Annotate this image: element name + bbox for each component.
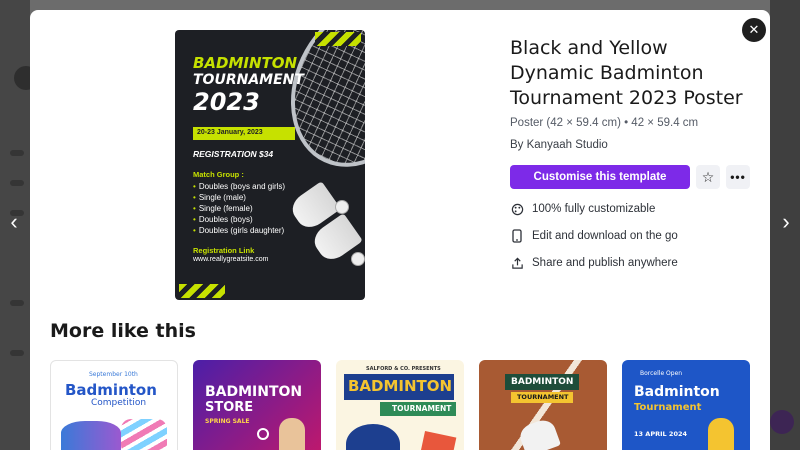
card-subtitle: STORE	[205, 400, 254, 415]
template-author[interactable]: By Kanyaah Studio	[510, 139, 608, 151]
poster-title-line1: BADMINTON	[193, 54, 298, 72]
shuttle-graphic	[257, 428, 269, 440]
more-like-this-heading: More like this	[50, 320, 196, 342]
related-template-card[interactable]: September 10th Badminton Competition	[50, 360, 178, 450]
players-graphic	[61, 421, 121, 450]
card-title: BADMINTON	[511, 377, 574, 387]
poster-stripes	[179, 284, 225, 298]
shuttlecock-head	[351, 252, 365, 266]
customise-template-button[interactable]: Customise this template	[510, 165, 690, 189]
card-subtitle: Tournament	[634, 402, 702, 413]
feature-label: Edit and download on the go	[532, 230, 678, 242]
poster-registration-link: Registration Link	[193, 246, 255, 255]
feature-mobile: Edit and download on the go	[510, 229, 678, 243]
card-subtitle: Competition	[91, 398, 147, 408]
palette-icon	[510, 202, 524, 216]
template-preview-modal: ✕ BADMINTON TOURNAMENT 2023 20-23 Januar…	[30, 10, 770, 450]
shuttle-graphic	[346, 424, 400, 450]
poster-group-item: Single (female)	[193, 203, 285, 214]
player-graphic	[708, 418, 734, 450]
template-preview-image: BADMINTON TOURNAMENT 2023 20-23 January,…	[175, 30, 365, 300]
decor-graphic	[121, 419, 167, 450]
template-title: Black and Yellow Dynamic Badminton Tourn…	[510, 37, 743, 109]
card-title: Badminton	[634, 384, 720, 400]
close-icon[interactable]: ✕	[742, 18, 766, 42]
poster-website: www.reallygreatsite.com	[193, 256, 269, 263]
card-title: Badminton	[65, 381, 157, 399]
card-subtitle: TOURNAMENT	[517, 393, 569, 401]
shuttlecock-head	[335, 200, 349, 214]
poster-group-list: Doubles (boys and girls) Single (male) S…	[193, 181, 285, 236]
card-tag: SPRING SALE	[205, 418, 250, 425]
poster-match-group: Match Group :	[193, 170, 244, 179]
poster-registration: REGISTRATION $34	[193, 149, 274, 159]
feature-label: 100% fully customizable	[532, 203, 656, 215]
card-presenter: SALFORD & CO. PRESENTS	[366, 366, 441, 372]
card-date: 13 APRIL 2024	[634, 430, 688, 438]
poster-year: 2023	[193, 88, 260, 116]
card-subtitle: TOURNAMENT	[392, 404, 452, 413]
template-size: Poster (42 × 59.4 cm) • 42 × 59.4 cm	[510, 117, 699, 129]
poster-group-item: Doubles (boys and girls)	[193, 181, 285, 192]
poster-group-item: Doubles (girls daughter)	[193, 225, 285, 236]
poster-group-item: Single (male)	[193, 192, 285, 203]
related-template-card[interactable]: BADMINTON TOURNAMENT	[479, 360, 607, 450]
feature-customizable: 100% fully customizable	[510, 202, 655, 216]
card-event: Borcelle Open	[640, 370, 683, 377]
player-graphic	[279, 418, 305, 450]
card-title: BADMINTON	[205, 384, 303, 400]
favorite-star-icon[interactable]: ☆	[696, 165, 720, 189]
phone-icon	[510, 229, 524, 243]
share-icon	[510, 256, 524, 270]
card-date: September 10th	[89, 371, 138, 378]
feature-share: Share and publish anywhere	[510, 256, 678, 270]
related-template-card[interactable]: BADMINTON STORE SPRING SALE	[193, 360, 321, 450]
next-template-arrow-icon[interactable]: ›	[776, 209, 796, 234]
poster-title-line2: TOURNAMENT	[193, 72, 304, 88]
previous-template-arrow-icon[interactable]: ‹	[4, 209, 24, 234]
feature-label: Share and publish anywhere	[532, 257, 678, 269]
poster-group-item: Doubles (boys)	[193, 214, 285, 225]
poster-stripes	[315, 32, 361, 46]
related-template-card[interactable]: SALFORD & CO. PRESENTS BADMINTON TOURNAM…	[336, 360, 464, 450]
burst-graphic	[419, 430, 457, 450]
card-title: BADMINTON	[348, 377, 453, 395]
related-template-card[interactable]: Borcelle Open Badminton Tournament 13 AP…	[622, 360, 750, 450]
poster-date: 20-23 January, 2023	[193, 127, 295, 140]
more-options-button[interactable]: •••	[726, 165, 750, 189]
